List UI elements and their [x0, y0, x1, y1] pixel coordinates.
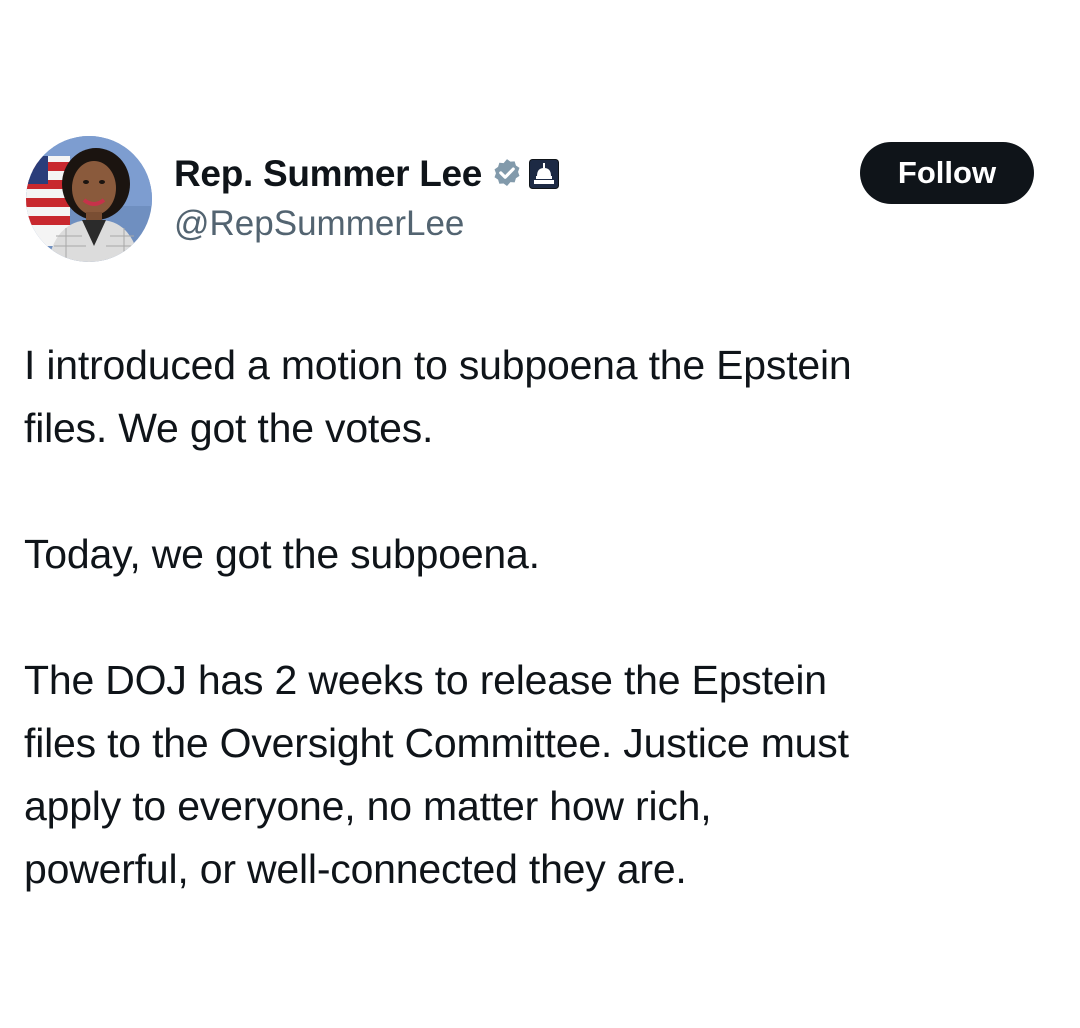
government-capitol-icon [529, 159, 560, 189]
verified-badge-icon [490, 157, 524, 191]
tweet-paragraph: I introduced a motion to subpoena the Ep… [24, 342, 852, 451]
display-name[interactable]: Rep. Summer Lee [174, 153, 482, 195]
tweet-card: Rep. Summer Lee @RepSummerLee Follow I i… [0, 0, 1080, 1028]
follow-button[interactable]: Follow [860, 142, 1034, 204]
tweet-text: I introduced a motion to subpoena the Ep… [24, 334, 1044, 901]
avatar[interactable] [26, 136, 152, 262]
tweet-paragraph: The DOJ has 2 weeks to release the Epste… [24, 657, 849, 892]
author-name-row: Rep. Summer Lee [174, 150, 560, 198]
avatar-photo [26, 136, 152, 262]
tweet-paragraph: Today, we got the subpoena. [24, 531, 540, 577]
user-handle[interactable]: @RepSummerLee [174, 204, 464, 244]
